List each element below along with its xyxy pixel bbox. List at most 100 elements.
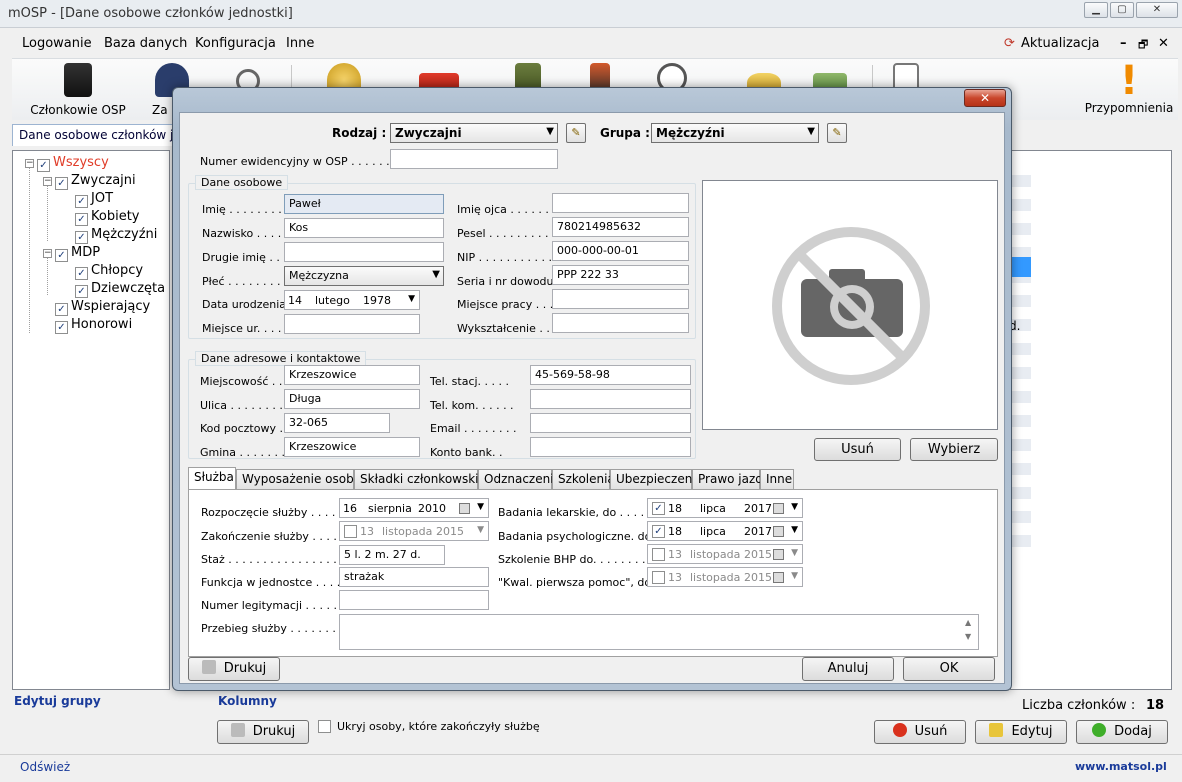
mdi-minimize-icon[interactable]: – xyxy=(1120,36,1127,51)
tab-wyposazenie[interactable]: Wyposażenie osobiste xyxy=(236,469,375,489)
checkbox[interactable]: ✓ xyxy=(55,177,68,190)
miejsce-ur-input[interactable] xyxy=(284,314,420,334)
maximize-button[interactable]: ▢ xyxy=(1110,2,1134,18)
checkbox[interactable]: ✓ xyxy=(652,525,665,538)
hide-finished-checkbox[interactable] xyxy=(318,720,331,733)
checkbox[interactable]: ✓ xyxy=(75,231,88,244)
columns-link[interactable]: Kolumny xyxy=(218,694,277,708)
menu-inne[interactable]: Inne xyxy=(286,36,314,51)
tree-item-kobiety[interactable]: ✓ Kobiety xyxy=(75,209,139,227)
refresh-link[interactable]: Odśwież xyxy=(20,760,70,774)
tel-kom-input[interactable] xyxy=(530,389,691,409)
add-member-button[interactable]: Dodaj xyxy=(1076,720,1168,744)
tab-odznaczenia[interactable]: Odznaczenia xyxy=(478,469,561,489)
checkbox[interactable]: ✓ xyxy=(75,195,88,208)
tree-item-honorowi[interactable]: ✓ Honorowi xyxy=(55,317,132,335)
mdi-close-icon[interactable]: ✕ xyxy=(1158,36,1169,51)
toolbar-members-button[interactable]: Członkowie OSP xyxy=(30,61,126,119)
cancel-button[interactable]: Anuluj xyxy=(802,657,894,681)
kod-input[interactable]: 32-065 xyxy=(284,413,390,433)
checkbox[interactable] xyxy=(344,525,357,538)
tree-item-dziewczeta[interactable]: ✓ Dziewczęta xyxy=(75,281,165,299)
przebieg-textarea[interactable] xyxy=(339,614,979,650)
tab-inne[interactable]: Inne xyxy=(760,469,794,489)
kpp-picker[interactable]: 13 listopada 2015 ▼ xyxy=(647,567,803,587)
tree-item-zwyczajni[interactable]: ✓ Zwyczajni xyxy=(55,173,136,191)
gmina-input[interactable]: Krzeszowice xyxy=(284,437,420,457)
checkbox[interactable]: ✓ xyxy=(37,159,50,172)
mdi-restore-icon[interactable]: 🗗 xyxy=(1138,36,1148,55)
document-tab[interactable]: Dane osobowe członków jed xyxy=(12,124,196,146)
tree-item-chlopcy[interactable]: ✓ Chłopcy xyxy=(75,263,143,281)
photo-choose-button[interactable]: Wybierz xyxy=(910,438,998,461)
imie-ojca-input[interactable] xyxy=(552,193,689,213)
collapse-icon[interactable]: − xyxy=(25,159,34,168)
calendar-icon[interactable] xyxy=(773,572,784,583)
ok-button[interactable]: OK xyxy=(903,657,995,681)
edit-rodzaj-button[interactable]: ✎ xyxy=(566,123,586,143)
zak-date-picker[interactable]: 13 listopada 2015 ▼ xyxy=(339,521,489,541)
checkbox[interactable]: ✓ xyxy=(75,267,88,280)
drugie-imie-input[interactable] xyxy=(284,242,444,262)
tel-stacj-input[interactable]: 45-569-58-98 xyxy=(530,365,691,385)
tree-item-wspierajacy[interactable]: ✓ Wspierający xyxy=(55,299,150,317)
checkbox[interactable] xyxy=(652,571,665,584)
collapse-icon[interactable]: − xyxy=(43,177,52,186)
rodzaj-select[interactable]: Zwyczajni ▼ xyxy=(390,123,558,143)
rozp-date-picker[interactable]: 16 sierpnia 2010 ▼ xyxy=(339,498,489,518)
pesel-input[interactable]: 780214985632 xyxy=(552,217,689,237)
scroll-arrows-icon[interactable]: ▲ ▼ xyxy=(965,616,971,644)
calendar-icon[interactable] xyxy=(459,503,470,514)
calendar-icon[interactable] xyxy=(773,526,784,537)
collapse-icon[interactable]: − xyxy=(43,249,52,258)
checkbox[interactable]: ✓ xyxy=(75,213,88,226)
data-urodzenia-picker[interactable]: 14 lutego 1978 ▼ xyxy=(284,290,420,310)
funkcja-input[interactable]: strażak xyxy=(339,567,489,587)
menu-konfiguracja[interactable]: Konfiguracja xyxy=(195,36,276,51)
badania-psych-picker[interactable]: ✓ 18 lipca 2017 ▼ xyxy=(647,521,803,541)
tab-szkolenia[interactable]: Szkolenia xyxy=(552,469,615,489)
legitymacja-input[interactable] xyxy=(339,590,489,610)
tab-sluzba[interactable]: Służba xyxy=(188,467,236,489)
toolbar-reminders-button[interactable]: ! Przypomnienia xyxy=(1082,61,1176,119)
tree-item-jot[interactable]: ✓ JOT xyxy=(75,191,113,209)
nip-input[interactable]: 000-000-00-01 xyxy=(552,241,689,261)
checkbox[interactable]: ✓ xyxy=(55,303,68,316)
nazwisko-input[interactable]: Kos xyxy=(284,218,444,238)
tree-item-mdp[interactable]: ✓ MDP xyxy=(55,245,100,263)
members-grid[interactable]: d. xyxy=(1009,150,1172,690)
menu-aktualizacja[interactable]: Aktualizacja xyxy=(1021,36,1099,51)
print-button[interactable]: Drukuj xyxy=(217,720,309,744)
menu-baza-danych[interactable]: Baza danych xyxy=(104,36,187,51)
calendar-icon[interactable] xyxy=(773,549,784,560)
tab-ubezpieczenia[interactable]: Ubezpieczenia xyxy=(610,469,703,489)
plec-select[interactable]: Mężczyzna ▼ xyxy=(284,266,444,286)
seria-input[interactable]: PPP 222 33 xyxy=(552,265,689,285)
checkbox[interactable]: ✓ xyxy=(652,502,665,515)
tree-item-wszyscy[interactable]: ✓ Wszyscy xyxy=(37,155,109,173)
badania-lekarskie-picker[interactable]: ✓ 18 lipca 2017 ▼ xyxy=(647,498,803,518)
group-tree[interactable]: − − − ✓ Wszyscy ✓ Zwyczajni ✓ JOT ✓ Kobiety … xyxy=(12,150,170,690)
grupa-select[interactable]: Mężczyźni ▼ xyxy=(651,123,819,143)
edit-grupa-button[interactable]: ✎ xyxy=(827,123,847,143)
website-link[interactable]: www.matsol.pl xyxy=(1075,760,1167,773)
imie-input[interactable]: Paweł xyxy=(284,194,444,214)
close-window-button[interactable]: ✕ xyxy=(1136,2,1178,18)
bhp-picker[interactable]: 13 listopada 2015 ▼ xyxy=(647,544,803,564)
wyksztalcenie-input[interactable] xyxy=(552,313,689,333)
email-input[interactable] xyxy=(530,413,691,433)
dialog-print-button[interactable]: Drukuj xyxy=(188,657,280,681)
miejsce-pracy-input[interactable] xyxy=(552,289,689,309)
ulica-input[interactable]: Długa xyxy=(284,389,420,409)
checkbox[interactable]: ✓ xyxy=(55,249,68,262)
menu-logowanie[interactable]: Logowanie xyxy=(22,36,92,51)
miejscowosc-input[interactable]: Krzeszowice xyxy=(284,365,420,385)
photo-remove-button[interactable]: Usuń xyxy=(814,438,901,461)
checkbox[interactable]: ✓ xyxy=(75,285,88,298)
konto-input[interactable] xyxy=(530,437,691,457)
dialog-close-button[interactable]: ✕ xyxy=(964,89,1006,107)
checkbox[interactable]: ✓ xyxy=(55,321,68,334)
calendar-icon[interactable] xyxy=(773,503,784,514)
tab-prawo-jazdy[interactable]: Prawo jazdy xyxy=(692,469,770,489)
numer-input[interactable] xyxy=(390,149,558,169)
